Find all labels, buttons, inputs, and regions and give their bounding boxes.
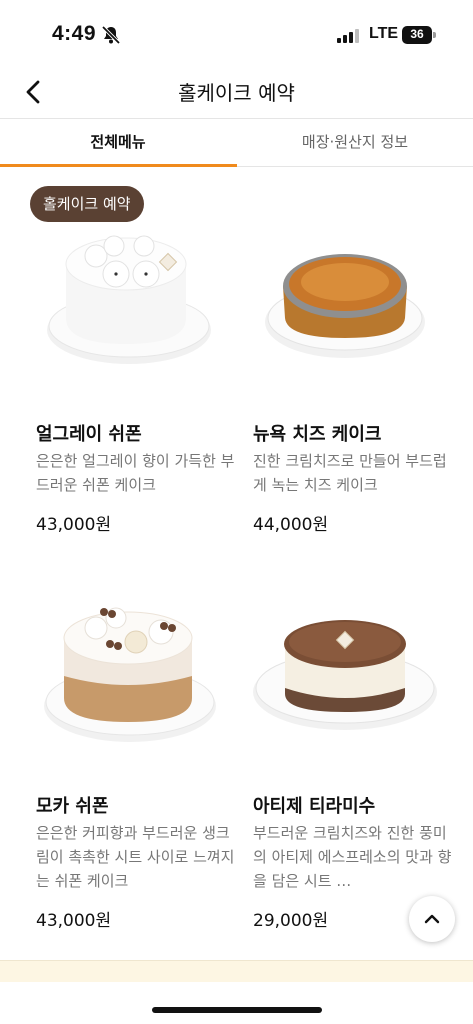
battery-icon: 36 (402, 26, 437, 44)
signal-icon (337, 29, 359, 43)
product-price: 44,000원 (253, 515, 329, 535)
bell-slash-icon (101, 25, 121, 45)
tab-store-origin-info[interactable]: 매장·원산지 정보 (237, 119, 473, 167)
product-price: 43,000원 (36, 911, 112, 931)
status-time: 4:49 (52, 22, 97, 45)
bottom-banner (0, 960, 473, 982)
product-description: 은은한 커피향과 부드러운 생크림이 촉촉한 시트 사이로 느껴지는 쉬폰 케이… (36, 824, 235, 890)
product-image (44, 607, 216, 742)
tab-all-menu[interactable]: 전체메뉴 (0, 119, 236, 167)
network-type: LTE (369, 25, 399, 42)
product-image (47, 235, 211, 364)
product-name: 뉴욕 치즈 케이크 (253, 424, 382, 445)
product-price: 43,000원 (36, 515, 112, 535)
product-description: 은은한 얼그레이 향이 가득한 부드러운 쉬폰 케이크 (36, 452, 235, 494)
page-title: 홀케이크 예약 (178, 81, 295, 105)
status-bar: 4:49 LTE 36 (0, 0, 473, 66)
product-image (253, 620, 437, 730)
header: 홀케이크 예약 (0, 66, 473, 118)
product-description: 부드러운 크림치즈와 진한 풍미의 아티제 에스프레소의 맛과 향을 담은 시트… (253, 824, 452, 890)
product-description: 진한 크림치즈로 만들어 부드럽게 녹는 치즈 케이크 (253, 452, 447, 494)
chevron-up-icon (424, 914, 440, 924)
home-indicator (152, 1007, 322, 1013)
product-name: 모카 쉬폰 (36, 796, 109, 817)
tab-bar: 전체메뉴 매장·원산지 정보 (0, 118, 473, 167)
product-image (265, 254, 425, 358)
category-badge: 홀케이크 예약 (30, 186, 144, 222)
product-name: 얼그레이 쉬폰 (36, 424, 142, 445)
product-price: 29,000원 (253, 911, 329, 931)
scroll-to-top-button[interactable] (409, 896, 455, 942)
product-name: 아티제 티라미수 (253, 796, 376, 817)
active-tab-indicator (0, 164, 237, 167)
battery-level: 36 (410, 27, 424, 41)
